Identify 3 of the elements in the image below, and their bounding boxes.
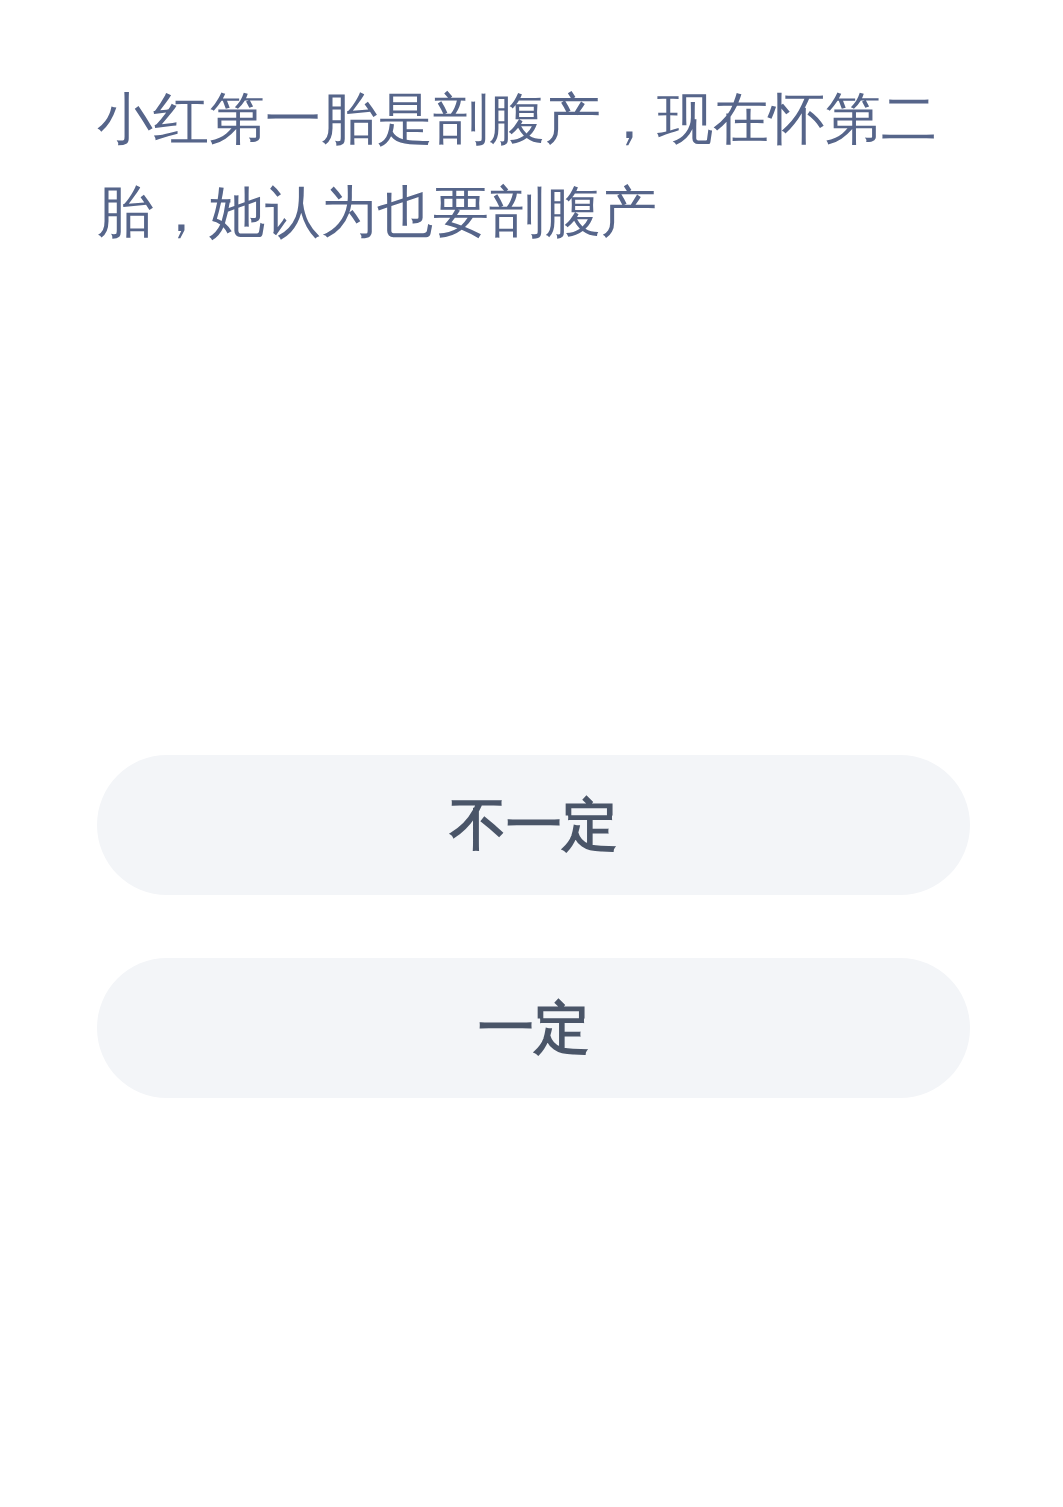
question-text: 小红第一胎是剖腹产，现在怀第二胎，她认为也要剖腹产 [97, 85, 938, 246]
answer-option-button[interactable]: 不一定 [97, 755, 970, 895]
answer-option-button[interactable]: 一定 [97, 958, 970, 1098]
